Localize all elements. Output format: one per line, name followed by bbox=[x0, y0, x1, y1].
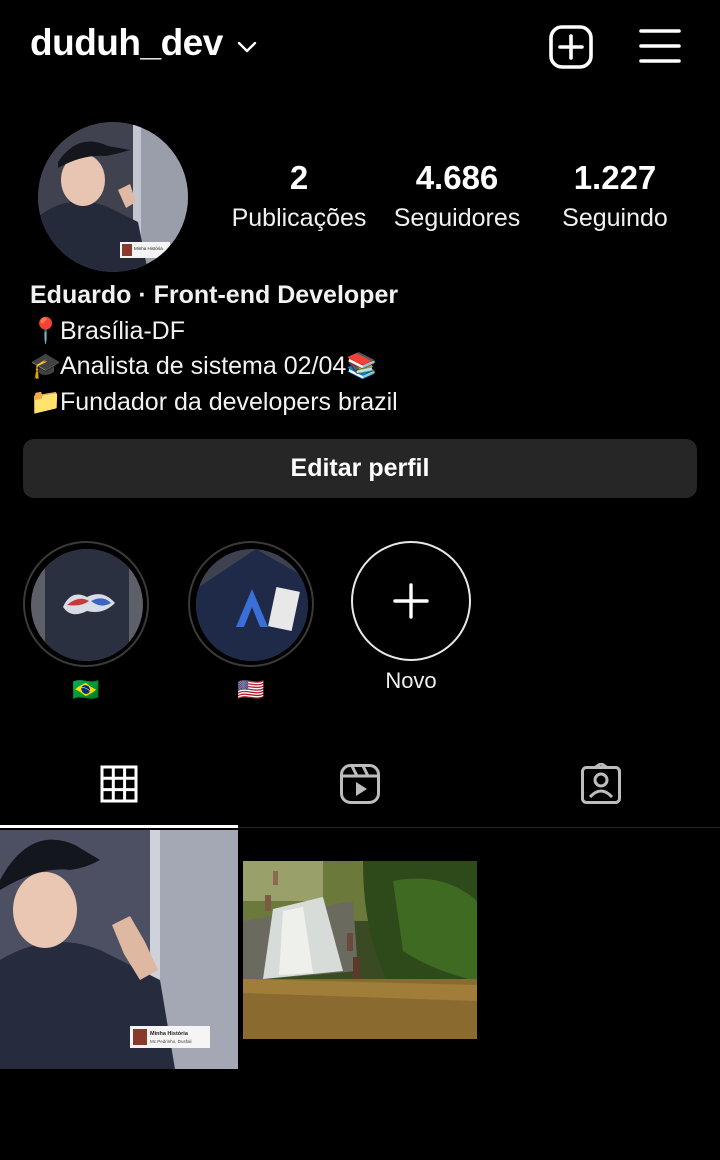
bio-location-text: Brasília-DF bbox=[60, 316, 186, 345]
stat-following[interactable]: 1.227 Seguindo bbox=[540, 158, 690, 238]
highlight-ring bbox=[188, 541, 314, 667]
pin-icon: 📍 bbox=[30, 316, 62, 345]
bio: Eduardo · Front-end Developer 📍Brasília-… bbox=[30, 278, 690, 420]
stat-followers[interactable]: 4.686 Seguidores bbox=[382, 158, 532, 238]
new-highlight-label: Novo bbox=[385, 668, 437, 693]
highlight-ring bbox=[23, 541, 149, 667]
stat-posts[interactable]: 2 Publicações bbox=[224, 158, 374, 238]
books-icon: 📚 bbox=[346, 352, 378, 380]
bio-education-line: 🎓Analista de sistema 02/04📚 bbox=[30, 349, 690, 385]
active-tab-indicator bbox=[0, 825, 238, 828]
bio-education-text: Analista de sistema 02/04 bbox=[60, 352, 347, 380]
avatar[interactable]: Minha História bbox=[38, 122, 188, 272]
tagged-person-icon bbox=[581, 763, 621, 804]
highlight-label-brazil: 🇧🇷 bbox=[72, 677, 100, 702]
stat-posts-value: 2 bbox=[289, 159, 309, 196]
menu-button[interactable] bbox=[638, 26, 682, 66]
stat-followers-label: Seguidores bbox=[393, 204, 521, 232]
post-caption-sub: Mc Pedrinho, Dusfali bbox=[150, 1039, 192, 1044]
graduation-cap-icon: 🎓 bbox=[30, 352, 62, 380]
post-thumbnail-1[interactable]: Minha História Mc Pedrinho, Dusfali bbox=[0, 830, 238, 1069]
highlight-cover-brazil bbox=[31, 549, 143, 661]
bio-location-line: 📍Brasília-DF bbox=[30, 314, 690, 350]
profile-username[interactable]: duduh_dev bbox=[30, 22, 223, 64]
bio-founder-line: 📁Fundador da developers brazil bbox=[30, 385, 690, 421]
highlight-brazil[interactable]: 🇧🇷 bbox=[23, 541, 149, 703]
tab-posts[interactable] bbox=[0, 756, 238, 828]
plus-icon bbox=[393, 583, 429, 619]
folder-icon: 📁 bbox=[30, 387, 62, 416]
stat-following-label: Seguindo bbox=[562, 204, 668, 232]
stat-posts-label: Publicações bbox=[231, 204, 367, 232]
stat-followers-value: 4.686 bbox=[415, 159, 499, 196]
post-photo-waterfall bbox=[243, 861, 477, 1039]
highlight-label-usa: 🇺🇸 bbox=[237, 677, 265, 702]
grid-icon bbox=[100, 765, 138, 803]
avatar-caption-text: Minha História bbox=[134, 246, 163, 251]
new-highlight-button[interactable] bbox=[351, 541, 471, 661]
stat-following-value: 1.227 bbox=[573, 159, 657, 196]
tab-reels[interactable] bbox=[241, 756, 479, 828]
post-thumbnail-2[interactable] bbox=[243, 861, 477, 1039]
post-caption-title: Minha História bbox=[150, 1031, 189, 1037]
edit-profile-button[interactable]: Editar perfil bbox=[23, 439, 697, 498]
chevron-down-icon[interactable] bbox=[236, 36, 258, 58]
bio-name: Eduardo · Front-end Developer bbox=[30, 281, 399, 309]
tab-tagged[interactable] bbox=[482, 756, 720, 828]
reels-icon bbox=[340, 764, 380, 804]
avatar-photo: Minha História bbox=[38, 122, 188, 272]
new-post-button[interactable] bbox=[548, 24, 594, 70]
highlight-usa[interactable]: 🇺🇸 bbox=[188, 541, 314, 703]
post-photo-selfie: Minha História Mc Pedrinho, Dusfali bbox=[0, 830, 238, 1069]
highlight-cover-usa bbox=[196, 549, 308, 661]
bio-founder-text: Fundador da developers brazil bbox=[60, 387, 398, 416]
